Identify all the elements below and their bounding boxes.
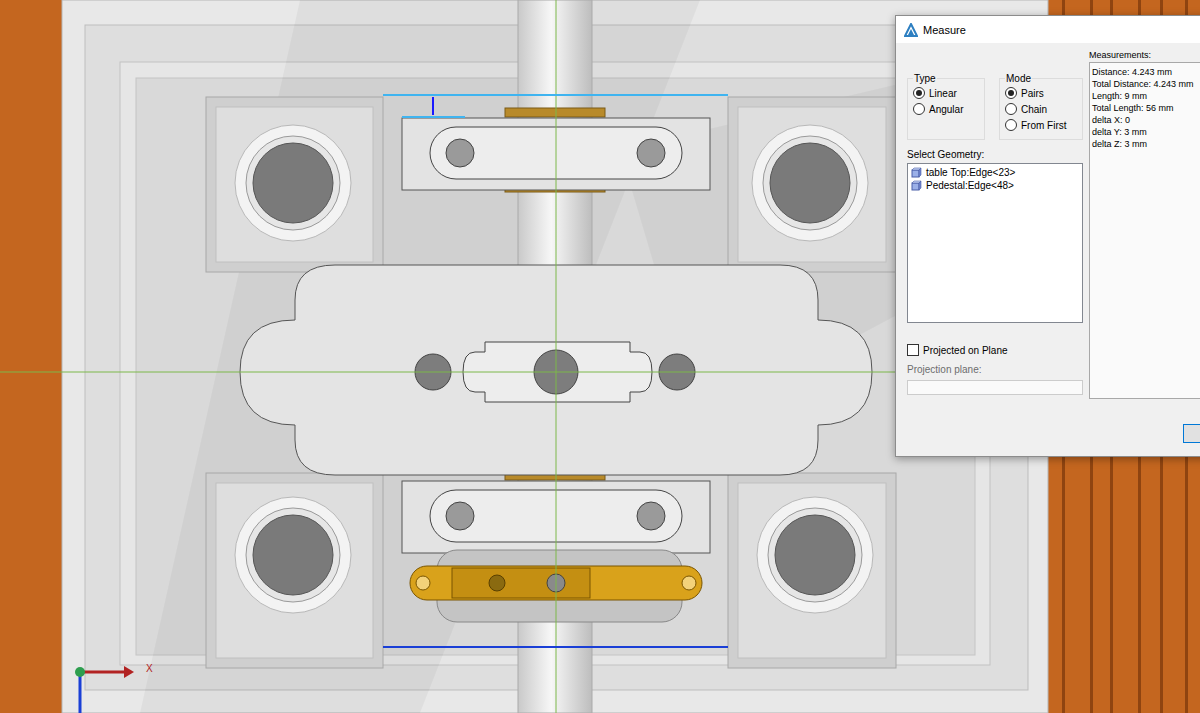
cad-screen: XMeasureTypeLinearAngularModePairsChainF… [0,0,1200,713]
axis-label: X [146,663,153,674]
radio-icon[interactable] [913,87,925,99]
group-label: Mode [1005,73,1032,84]
radio-option[interactable]: Angular [913,101,980,117]
projected-on-plane-checkbox[interactable]: Projected on Plane [907,344,1083,356]
group-label: Type [913,73,937,84]
radio-icon[interactable] [1005,119,1017,131]
measure-line [432,97,434,115]
type-group: TypeLinearAngular [907,73,985,140]
axis-triad-icon [75,666,134,713]
measurements-box: Distance: 4.243 mmTotal Distance: 4.243 … [1089,62,1200,399]
radio-icon[interactable] [1005,87,1017,99]
selected-edge[interactable] [383,646,728,648]
measurement-line: Length: 9 mm [1092,90,1200,102]
gold-ring [505,108,605,117]
measure-dialog[interactable]: MeasureTypeLinearAngularModePairsChainFr… [895,15,1200,457]
dialog-title: Measure [923,24,966,36]
measurements-label: Measurements: [1089,50,1200,60]
dialog-button[interactable] [1183,424,1200,443]
pedestal[interactable] [728,97,896,272]
geometry-list[interactable]: table Top:Edge<23>Pedestal:Edge<48> [907,163,1083,323]
title-bar[interactable]: Measure [896,16,1200,43]
radio-icon[interactable] [913,103,925,115]
radio-icon[interactable] [1005,103,1017,115]
vertical-axis-line [556,0,557,713]
measurement-line: Total Length: 56 mm [1092,102,1200,114]
radio-option[interactable]: From First [1005,117,1078,133]
radio-option[interactable]: Pairs [1005,85,1078,101]
geometry-item[interactable]: Pedestal:Edge<48> [911,179,1079,192]
pedestal[interactable] [206,473,383,668]
horizontal-axis-line [0,372,895,373]
projection-plane-label: Projection plane: [907,364,1083,375]
measurement-line: delta X: 0 [1092,114,1200,126]
radio-option[interactable]: Linear [913,85,980,101]
part-icon [911,167,922,178]
pedestal[interactable] [728,473,896,668]
measurement-line: Distance: 4.243 mm [1092,66,1200,78]
app-logo-icon [904,23,918,37]
measurement-line: delta Y: 3 mm [1092,126,1200,138]
measurement-line: Total Distance: 4.243 mm [1092,78,1200,90]
selected-edge[interactable] [383,94,728,96]
table-top [120,62,990,665]
part-icon [911,180,922,191]
checkbox-icon[interactable] [907,344,919,356]
selected-edge[interactable] [402,116,465,118]
select-geometry-label: Select Geometry: [907,149,1083,160]
geometry-item[interactable]: table Top:Edge<23> [911,166,1079,179]
pedestal[interactable] [206,97,383,272]
projection-plane-field[interactable] [907,380,1083,395]
measurement-line: delta Z: 3 mm [1092,138,1200,150]
mode-group: ModePairsChainFrom First [999,73,1083,140]
radio-option[interactable]: Chain [1005,101,1078,117]
